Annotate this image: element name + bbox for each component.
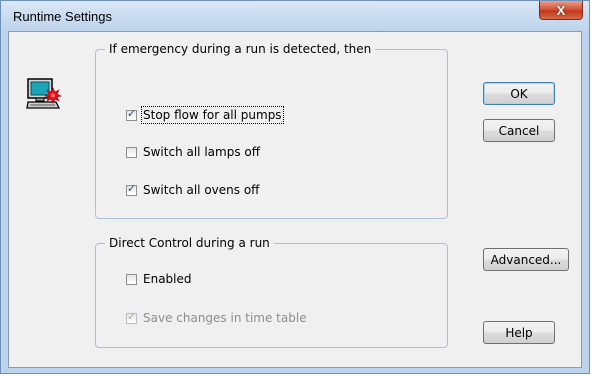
emergency-group: If emergency during a run is detected, t… bbox=[95, 42, 448, 219]
enabled-label[interactable]: Enabled bbox=[143, 272, 192, 286]
switch-ovens-checkbox-row[interactable]: Switch all ovens off bbox=[126, 181, 259, 199]
switch-lamps-checkbox-row[interactable]: Switch all lamps off bbox=[126, 143, 260, 161]
direct-control-group-legend: Direct Control during a run bbox=[105, 236, 274, 250]
close-icon: X bbox=[556, 2, 566, 18]
cancel-button[interactable]: Cancel bbox=[483, 119, 555, 142]
dialog-client-area: If emergency during a run is detected, t… bbox=[8, 31, 582, 368]
stop-flow-checkbox[interactable] bbox=[126, 107, 137, 121]
runtime-settings-window: Runtime Settings X If emergency during a… bbox=[0, 0, 590, 374]
computer-alert-icon bbox=[26, 78, 62, 109]
help-button[interactable]: Help bbox=[483, 321, 555, 344]
window-title: Runtime Settings bbox=[13, 9, 112, 24]
switch-ovens-label[interactable]: Switch all ovens off bbox=[143, 183, 259, 197]
close-button[interactable]: X bbox=[539, 1, 583, 20]
title-bar[interactable]: Runtime Settings X bbox=[1, 1, 589, 31]
ok-button[interactable]: OK bbox=[483, 82, 555, 105]
enabled-checkbox-row[interactable]: Enabled bbox=[126, 270, 192, 288]
switch-ovens-checkbox[interactable] bbox=[126, 182, 137, 196]
enabled-checkbox[interactable] bbox=[126, 273, 137, 285]
stop-flow-checkbox-row[interactable]: Stop flow for all pumps bbox=[126, 106, 284, 124]
save-changes-label: Save changes in time table bbox=[143, 311, 307, 325]
save-changes-checkbox-row: Save changes in time table bbox=[126, 309, 307, 327]
switch-lamps-label[interactable]: Switch all lamps off bbox=[143, 145, 260, 159]
emergency-group-legend: If emergency during a run is detected, t… bbox=[105, 42, 376, 56]
save-changes-checkbox bbox=[126, 310, 137, 324]
direct-control-group: Direct Control during a run Enabled Save… bbox=[95, 236, 448, 348]
advanced-button[interactable]: Advanced... bbox=[483, 248, 569, 271]
stop-flow-label[interactable]: Stop flow for all pumps bbox=[141, 106, 284, 124]
switch-lamps-checkbox[interactable] bbox=[126, 146, 137, 158]
